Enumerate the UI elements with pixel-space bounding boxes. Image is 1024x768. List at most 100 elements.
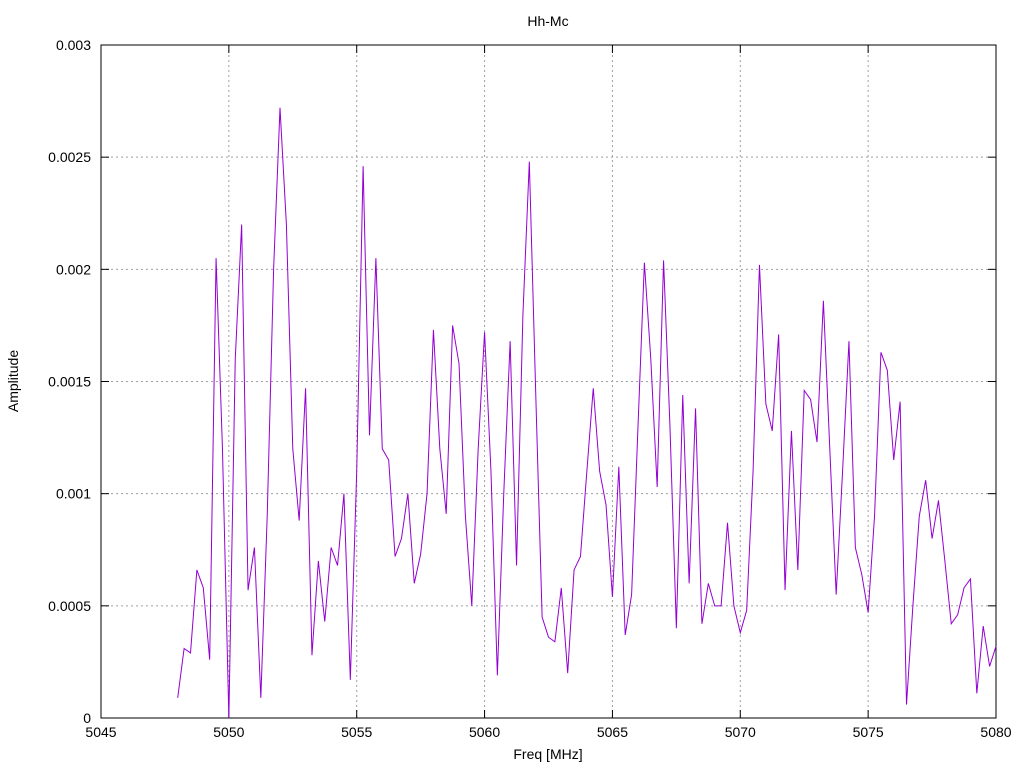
data-point: [682, 394, 683, 395]
data-point: [593, 388, 594, 389]
data-point: [586, 471, 587, 472]
data-point: [976, 693, 977, 694]
data-point: [727, 522, 728, 523]
data-point: [574, 569, 575, 570]
data-point: [887, 370, 888, 371]
data-point: [337, 565, 338, 566]
data-point: [676, 628, 677, 629]
data-point: [842, 471, 843, 472]
data-point: [427, 493, 428, 494]
data-point: [184, 648, 185, 649]
data-point: [657, 486, 658, 487]
data-point: [669, 426, 670, 427]
data-point: [452, 325, 453, 326]
data-point: [446, 513, 447, 514]
data-point: [356, 471, 357, 472]
data-point: [778, 334, 779, 335]
x-tick-label: 5055: [341, 724, 372, 740]
data-point: [369, 435, 370, 436]
data-point: [733, 605, 734, 606]
y-tick-label: 0.0015: [48, 374, 91, 390]
data-point: [343, 493, 344, 494]
data-point: [484, 332, 485, 333]
data-point: [273, 269, 274, 270]
y-tick-label: 0.003: [56, 37, 91, 53]
data-point: [209, 659, 210, 660]
data-point: [497, 675, 498, 676]
data-point: [612, 596, 613, 597]
y-axis-title: Amplitude: [5, 350, 21, 412]
data-point: [919, 516, 920, 517]
x-tick-label: 5045: [85, 724, 116, 740]
data-point: [235, 359, 236, 360]
data-point: [932, 538, 933, 539]
data-point: [753, 471, 754, 472]
data-point: [996, 646, 997, 647]
data-point: [363, 166, 364, 167]
data-point: [267, 516, 268, 517]
data-point: [714, 605, 715, 606]
data-point: [938, 500, 939, 501]
data-point: [318, 560, 319, 561]
data-point: [880, 352, 881, 353]
data-point: [644, 262, 645, 263]
line-chart: 5045 5050 5055 5060 5065 5070 5075 5080 0 0.0005…: [0, 0, 1024, 768]
data-point: [855, 547, 856, 548]
data-point: [951, 623, 952, 624]
data-point: [912, 605, 913, 606]
data-point: [382, 448, 383, 449]
y-tick-label: 0.0025: [48, 149, 91, 165]
data-point: [542, 617, 543, 618]
data-point: [631, 594, 632, 595]
data-point: [695, 408, 696, 409]
x-tick-label: 5080: [980, 724, 1011, 740]
data-point: [305, 388, 306, 389]
data-point: [311, 655, 312, 656]
data-point: [817, 442, 818, 443]
data-point: [708, 583, 709, 584]
data-point: [324, 621, 325, 622]
data-point: [190, 652, 191, 653]
data-point: [459, 363, 460, 364]
data-point: [522, 314, 523, 315]
x-tick-label: 5075: [853, 724, 884, 740]
y-tick-label: 0.002: [56, 261, 91, 277]
data-point: [503, 493, 504, 494]
data-point: [414, 583, 415, 584]
data-point: [554, 641, 555, 642]
data-point: [606, 504, 607, 505]
data-point: [848, 341, 849, 342]
data-point: [964, 587, 965, 588]
data-point: [599, 471, 600, 472]
data-point: [861, 574, 862, 575]
data-point: [689, 583, 690, 584]
x-tick-label: 5065: [597, 724, 628, 740]
data-point: [196, 569, 197, 570]
data-point: [222, 448, 223, 449]
data-point: [401, 538, 402, 539]
data-point: [490, 471, 491, 472]
data-point: [350, 679, 351, 680]
data-point: [893, 460, 894, 461]
data-point: [791, 430, 792, 431]
data-point: [375, 258, 376, 259]
data-point: [228, 718, 229, 719]
data-point: [248, 590, 249, 591]
data-point: [395, 556, 396, 557]
y-tick-label: 0: [83, 710, 91, 726]
y-tick-label: 0.001: [56, 486, 91, 502]
data-point: [433, 329, 434, 330]
data-point: [331, 547, 332, 548]
chart-background: [0, 0, 1024, 768]
data-point: [823, 300, 824, 301]
data-point: [465, 516, 466, 517]
data-point: [439, 448, 440, 449]
data-point: [701, 623, 702, 624]
data-point: [548, 637, 549, 638]
x-tick-label: 5070: [725, 724, 756, 740]
data-point: [797, 569, 798, 570]
data-point: [638, 426, 639, 427]
data-point: [535, 392, 536, 393]
x-tick-label: 5050: [213, 724, 244, 740]
data-point: [759, 264, 760, 265]
